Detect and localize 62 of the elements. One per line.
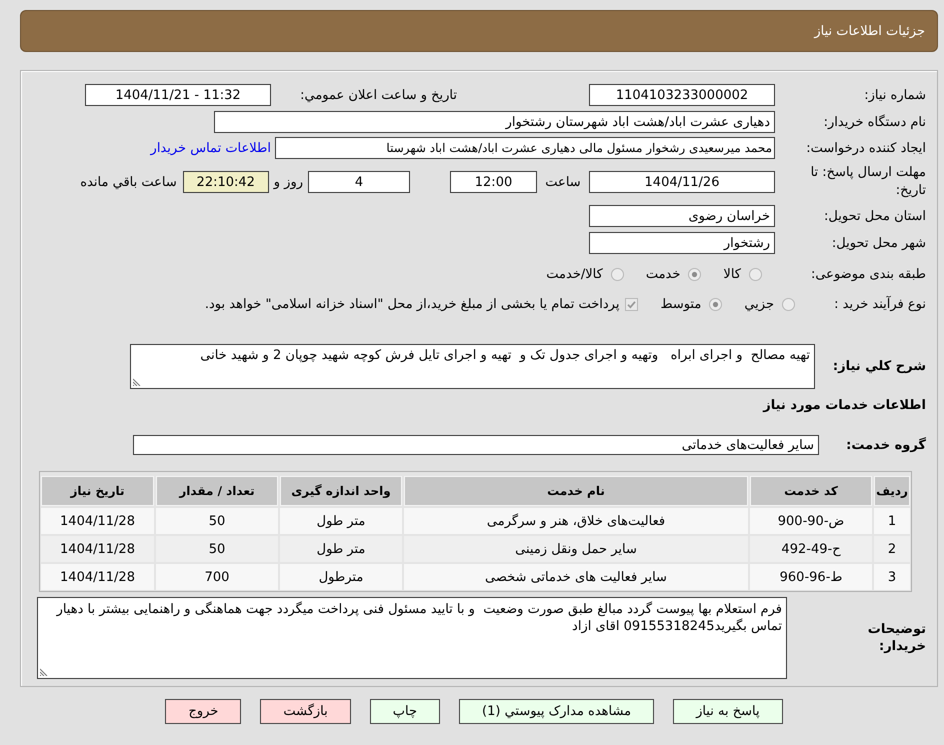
requester-label: ايجاد کننده درخواست: <box>805 140 926 156</box>
table-cell: 1404/11/28 <box>41 564 154 590</box>
buyer-contact-link[interactable]: اطلاعات تماس خريدار <box>150 140 271 156</box>
table-cell: 1404/11/28 <box>41 536 154 562</box>
table-cell: ساير فعاليت هاى خدماتى شخصى <box>404 564 748 590</box>
table-cell: متر طول <box>280 508 402 534</box>
deadline-time-field[interactable]: 12:00 <box>450 171 537 193</box>
services-heading: اطلاعات خدمات مورد نياز <box>763 398 926 412</box>
column-header: رديف <box>874 476 910 506</box>
province-label: استان محل تحويل: <box>823 208 926 224</box>
category-label: طبقه بندی موضوعی: <box>810 266 926 282</box>
page-title: جزئيات اطلاعات نياز <box>814 24 925 38</box>
process-label: نوع فرآيند خريد : <box>833 296 926 312</box>
buyer-org-label: نام دستگاه خريدار: <box>822 114 926 130</box>
city-label: شهر محل تحويل: <box>830 236 926 250</box>
city-field[interactable]: رشتخوار <box>589 232 775 254</box>
table-cell: 50 <box>156 536 278 562</box>
announce-date-field[interactable]: 1404/11/21 - 11:32 <box>85 84 271 106</box>
table-cell: 50 <box>156 508 278 534</box>
service-group-field[interactable]: ساير فعاليت‌هاى خدماتى <box>133 435 819 455</box>
days-label: روز و <box>272 174 304 190</box>
need-number-field[interactable]: 1104103233000002 <box>589 84 775 106</box>
table-cell: ض-90-900 <box>750 508 872 534</box>
buyer-notes-field[interactable]: فرم استعلام بها پيوست گردد مبالغ طبق صورت وضعيت و با تاييد مسئول فنی پرداخت ميگردد جهت هماهنگی و راهنمايی بيشتر با دهيار تماس بگيريد09155318245 اقای ازاد <box>37 597 787 679</box>
column-header: نام خدمت <box>404 476 748 506</box>
description-label: شرح کلي نياز: <box>832 359 926 374</box>
remaining-label: ساعت باقي مانده <box>80 174 177 190</box>
column-header: تاريخ نياز <box>41 476 154 506</box>
buyer-org-field[interactable]: دهياری عشرت اباد/هشت اباد شهرستان رشتخوار <box>214 111 775 133</box>
action-button[interactable]: پاسخ به نياز <box>673 699 783 724</box>
table-cell: 3 <box>874 564 910 590</box>
table-cell: ح-49-492 <box>750 536 872 562</box>
exit-button[interactable]: بازگشت <box>260 699 351 724</box>
table-cell: 2 <box>874 536 910 562</box>
table-cell: فعاليت‌هاى خلاق، هنر و سرگرمى <box>404 508 748 534</box>
remaining-time-field[interactable]: 22:10:42 <box>182 171 269 193</box>
description-field[interactable]: تهيه مصالح و اجرای ابراه وتهيه و اجرای جدول تک و تهيه و اجرای تايل فرش کوچه شهيد چوپان 2 و شهيد خانی <box>130 344 815 389</box>
service-group-label: گروه خدمت: <box>845 438 926 452</box>
table-cell: 1 <box>874 508 910 534</box>
action-button[interactable]: چاپ <box>370 699 440 724</box>
province-field[interactable]: خراسان رضوی <box>589 205 775 227</box>
table-cell: 1404/11/28 <box>41 508 154 534</box>
table-cell: مترطول <box>280 564 402 590</box>
resize-grip-icon <box>133 378 141 386</box>
resize-grip-icon <box>40 668 48 676</box>
column-header: کد خدمت <box>750 476 872 506</box>
remaining-days-field[interactable]: 4 <box>308 171 410 193</box>
table-cell: 700 <box>156 564 278 590</box>
action-button[interactable]: مشاهده مدارک پيوستي (1) <box>459 699 654 724</box>
table-cell: ط-96-960 <box>750 564 872 590</box>
time-label: ساعت <box>544 174 582 190</box>
requester-field[interactable]: محمد ميرسعيدی رشخوار مسئول مالی دهياری عشرت اباد/هشت اباد شهرستا <box>275 137 775 159</box>
buyer-notes-label: توضيحات خريدار: <box>866 621 926 655</box>
table-cell: متر طول <box>280 536 402 562</box>
deadline-date-field[interactable]: 1404/11/26 <box>589 171 775 193</box>
announce-date-label: تاريخ و ساعت اعلان عمومي: <box>299 88 457 102</box>
need-number-label: شماره نياز: <box>863 88 926 102</box>
table-cell: ساير حمل ونقل زمينى <box>404 536 748 562</box>
column-header: تعداد / مقدار <box>156 476 278 506</box>
deadline-label: مهلت ارسال پاسخ: تا تاريخ: <box>810 164 926 200</box>
column-header: واحد اندازه گيری <box>280 476 402 506</box>
exit-button[interactable]: خروج <box>165 699 242 724</box>
